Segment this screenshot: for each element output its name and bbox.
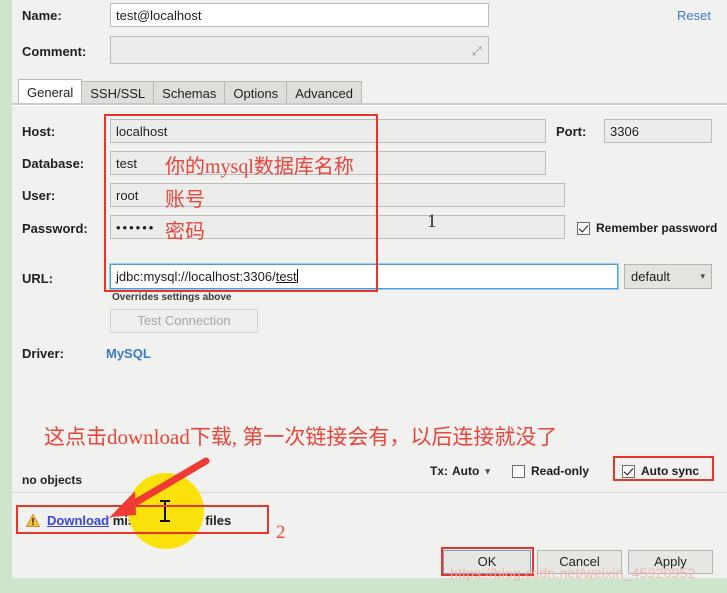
port-input[interactable]: 3306	[604, 119, 712, 143]
checkbox-box	[512, 464, 525, 478]
overrides-note: Overrides settings above	[112, 292, 232, 303]
password-label: Password:	[22, 221, 88, 236]
tab-bar: General SSH/SSL Schemas Options Advanced	[18, 79, 363, 104]
reset-link[interactable]: Reset	[677, 8, 711, 23]
database-label: Database:	[22, 156, 85, 171]
url-preset-dropdown[interactable]: default ▾	[624, 264, 712, 289]
chevron-down-icon: ▾	[700, 271, 705, 281]
tab-advanced[interactable]: Advanced	[286, 81, 363, 104]
objects-status-text: no objects	[22, 473, 83, 487]
checkbox-box	[622, 464, 635, 478]
tx-value: Auto	[452, 464, 480, 478]
port-label: Port:	[556, 124, 587, 139]
name-input[interactable]: test@localhost	[110, 3, 489, 27]
read-only-label: Read-only	[531, 464, 590, 478]
driver-value-link[interactable]: MySQL	[106, 346, 151, 361]
checkbox-box	[577, 221, 590, 235]
password-annotation: 密码	[165, 221, 205, 243]
user-annotation: 账号	[165, 189, 205, 211]
tab-divider-highlight	[12, 105, 727, 106]
auto-sync-label: Auto sync	[641, 464, 700, 478]
download-annotation: 这点击download下载, 第一次链接会有，以后连接就没了	[44, 425, 558, 449]
tx-label: Tx:	[430, 464, 448, 478]
tab-general[interactable]: General	[18, 79, 83, 104]
url-value-underlined: test	[275, 269, 297, 284]
remember-password-checkbox[interactable]: Remember password	[577, 221, 717, 235]
test-connection-button[interactable]: Test Connection	[110, 309, 258, 333]
comment-input[interactable]	[110, 36, 489, 64]
tab-options[interactable]: Options	[224, 81, 288, 104]
url-input[interactable]: jdbc:mysql://localhost:3306/test	[109, 263, 619, 290]
auto-sync-checkbox[interactable]: Auto sync	[622, 464, 699, 478]
chevron-down-icon: ▾	[485, 465, 490, 476]
text-caret	[296, 269, 298, 283]
marker-two: 2	[276, 522, 286, 543]
red-arrow-icon	[108, 457, 210, 519]
expand-icon[interactable]: ⤢	[472, 44, 482, 59]
comment-label: Comment:	[22, 44, 87, 59]
left-edge-strip	[0, 0, 12, 593]
url-preset-value: default	[631, 269, 671, 284]
remember-password-label: Remember password	[596, 221, 718, 235]
url-value-plain: jdbc:mysql://localhost:3306/	[116, 269, 276, 284]
connection-settings-dialog: Name: test@localhost Comment: ⤢ Reset Ge…	[0, 0, 727, 593]
database-annotation: 你的mysql数据库名称	[165, 156, 354, 178]
host-input[interactable]: localhost	[110, 119, 546, 143]
tab-schemas[interactable]: Schemas	[153, 81, 226, 104]
name-label: Name:	[22, 8, 62, 23]
host-label: Host:	[22, 124, 56, 139]
read-only-checkbox[interactable]: Read-only	[512, 464, 589, 478]
driver-label: Driver:	[22, 346, 64, 361]
url-label: URL:	[22, 271, 54, 286]
tab-ssh-ssl[interactable]: SSH/SSL	[81, 81, 155, 104]
marker-one: 1	[427, 211, 437, 232]
tx-dropdown[interactable]: Tx: Auto ▾	[430, 464, 490, 478]
warning-triangle-icon	[26, 514, 40, 527]
user-label: User:	[22, 188, 56, 203]
watermark-text: https://blog.csdn.net/weixin_45920952	[450, 565, 696, 581]
